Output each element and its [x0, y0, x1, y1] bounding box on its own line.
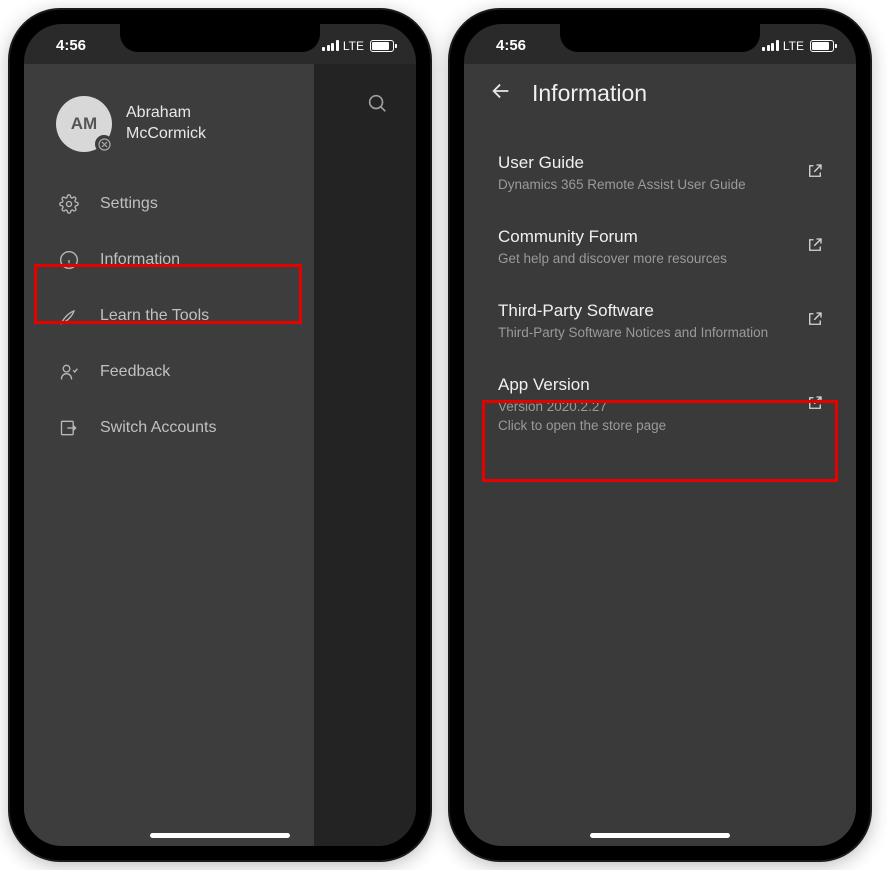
status-right: LTE [762, 39, 834, 53]
pen-icon [58, 306, 80, 326]
battery-icon [810, 40, 834, 52]
item-sub-hint: Click to open the store page [498, 417, 790, 436]
item-sub: Third-Party Software Notices and Informa… [498, 324, 790, 343]
external-link-icon [806, 310, 824, 333]
menu-item-learn[interactable]: Learn the Tools [24, 288, 314, 344]
item-title: Community Forum [498, 227, 790, 247]
status-time: 4:56 [496, 37, 526, 54]
battery-icon [370, 40, 394, 52]
menu-item-feedback[interactable]: Feedback [24, 344, 314, 400]
external-link-icon [806, 236, 824, 259]
backdrop[interactable] [314, 64, 416, 846]
status-badge-icon [95, 135, 113, 153]
external-link-icon [806, 162, 824, 185]
menu-label: Information [100, 251, 180, 269]
screen-left: 4:56 LTE AM Abraham McCo [24, 24, 416, 846]
phone-right: 4:56 LTE Information User Guide Dynamics… [450, 10, 870, 860]
search-icon[interactable] [366, 92, 388, 846]
info-item-app-version[interactable]: App Version Version 2020.2.27 Click to o… [464, 359, 856, 452]
external-link-icon [806, 394, 824, 417]
status-right: LTE [322, 39, 394, 53]
info-list: User Guide Dynamics 365 Remote Assist Us… [464, 127, 856, 461]
signal-icon [762, 40, 779, 51]
status-bar: 4:56 LTE [24, 24, 416, 64]
avatar-initials: AM [71, 114, 97, 134]
item-title: App Version [498, 375, 790, 395]
status-bar: 4:56 LTE [464, 24, 856, 64]
page-title: Information [532, 80, 647, 107]
back-button[interactable] [490, 80, 512, 107]
gear-icon [58, 194, 80, 214]
info-item-third-party[interactable]: Third-Party Software Third-Party Softwar… [464, 285, 856, 359]
profile-row[interactable]: AM Abraham McCormick [24, 84, 314, 176]
item-sub: Get help and discover more resources [498, 250, 790, 269]
network-label: LTE [343, 39, 364, 53]
user-last-name: McCormick [126, 124, 206, 145]
menu-label: Learn the Tools [100, 307, 209, 325]
menu-label: Feedback [100, 363, 170, 381]
phone-left: 4:56 LTE AM Abraham McCo [10, 10, 430, 860]
item-sub-version: Version 2020.2.27 [498, 398, 790, 417]
network-label: LTE [783, 39, 804, 53]
info-item-community[interactable]: Community Forum Get help and discover mo… [464, 211, 856, 285]
feedback-icon [58, 362, 80, 382]
menu-label: Settings [100, 195, 158, 213]
status-time: 4:56 [56, 37, 86, 54]
signal-icon [322, 40, 339, 51]
avatar: AM [56, 96, 112, 152]
info-header: Information [464, 64, 856, 127]
screen-right: 4:56 LTE Information User Guide Dynamics… [464, 24, 856, 846]
switch-account-icon [58, 418, 80, 438]
info-screen: Information User Guide Dynamics 365 Remo… [464, 64, 856, 846]
menu-label: Switch Accounts [100, 419, 217, 437]
drawer-layout: AM Abraham McCormick Settings [24, 64, 416, 846]
home-indicator[interactable] [150, 833, 290, 838]
menu-item-switch[interactable]: Switch Accounts [24, 400, 314, 456]
info-icon [58, 250, 80, 270]
item-title: Third-Party Software [498, 301, 790, 321]
home-indicator[interactable] [590, 833, 730, 838]
profile-name: Abraham McCormick [126, 103, 206, 145]
info-item-user-guide[interactable]: User Guide Dynamics 365 Remote Assist Us… [464, 137, 856, 211]
user-first-name: Abraham [126, 103, 206, 124]
item-sub: Dynamics 365 Remote Assist User Guide [498, 176, 790, 195]
nav-drawer: AM Abraham McCormick Settings [24, 64, 314, 846]
item-title: User Guide [498, 153, 790, 173]
menu-item-information[interactable]: Information [24, 232, 314, 288]
menu-item-settings[interactable]: Settings [24, 176, 314, 232]
